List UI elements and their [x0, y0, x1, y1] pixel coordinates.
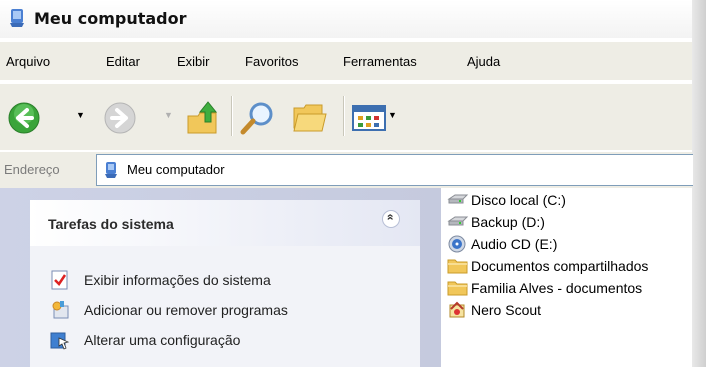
computer-icon: [10, 9, 24, 27]
menu-ferramentas[interactable]: Ferramentas: [343, 54, 417, 69]
forward-dropdown-icon[interactable]: ▼: [164, 110, 173, 120]
up-folder-icon[interactable]: [186, 100, 220, 136]
add-remove-icon: [52, 301, 69, 319]
drive-icon: [447, 216, 469, 226]
collapse-button[interactable]: »: [382, 210, 400, 228]
list-item-label: Nero Scout: [471, 302, 542, 318]
address-value: Meu computador: [127, 162, 225, 177]
title-bar: Meu computador: [0, 0, 692, 38]
file-list: Disco local (C:) Backup (D:) Audio CD (E…: [441, 188, 692, 367]
computer-icon: [105, 162, 117, 178]
folder-icon: [447, 259, 468, 274]
list-item-label: Backup (D:): [471, 214, 545, 230]
address-label: Endereço: [4, 162, 60, 177]
views-dropdown-icon[interactable]: ▼: [388, 110, 397, 120]
chevron-up-icon: »: [382, 213, 397, 221]
back-icon[interactable]: [8, 102, 40, 134]
toolbar: ▼ ▼ ▼: [0, 84, 692, 150]
forward-icon[interactable]: [104, 102, 136, 134]
task-label: Exibir informações do sistema: [84, 272, 271, 288]
task-label: Adicionar ou remover programas: [84, 302, 288, 318]
menu-exibir[interactable]: Exibir: [177, 54, 210, 69]
menu-bar: Arquivo Editar Exibir Favoritos Ferramen…: [0, 42, 692, 80]
menu-arquivo[interactable]: Arquivo: [6, 54, 50, 69]
back-dropdown-icon[interactable]: ▼: [76, 110, 85, 120]
system-tasks-panel: Tarefas do sistema » Exibir informações …: [30, 200, 420, 367]
list-item-label: Disco local (C:): [471, 192, 566, 208]
nero-icon: [449, 301, 465, 318]
window-title: Meu computador: [34, 9, 187, 28]
folders-icon[interactable]: [292, 102, 328, 134]
system-tasks-title: Tarefas do sistema: [48, 216, 174, 232]
list-item-label: Documentos compartilhados: [471, 258, 649, 274]
task-label: Alterar uma configuração: [84, 332, 241, 348]
system-tasks-header[interactable]: Tarefas do sistema »: [30, 200, 420, 246]
task-pane: Tarefas do sistema » Exibir informações …: [0, 188, 441, 367]
menu-editar[interactable]: Editar: [106, 54, 140, 69]
folder-icon: [447, 281, 468, 296]
window-right-edge: [692, 0, 706, 367]
system-info-icon: [51, 270, 68, 290]
list-item-label: Familia Alves - documentos: [471, 280, 643, 296]
menu-favoritos[interactable]: Favoritos: [245, 54, 298, 69]
views-icon[interactable]: [352, 104, 386, 132]
cd-icon: [448, 235, 466, 253]
address-input[interactable]: Meu computador: [96, 154, 693, 186]
search-icon[interactable]: [240, 100, 276, 136]
control-panel-icon: [50, 332, 70, 350]
drive-icon: [447, 194, 469, 204]
toolbar-separator: [343, 96, 345, 136]
toolbar-separator: [231, 96, 233, 136]
menu-ajuda[interactable]: Ajuda: [467, 54, 500, 69]
list-item-label: Audio CD (E:): [471, 236, 558, 252]
address-bar: Endereço Meu computador: [0, 152, 693, 188]
